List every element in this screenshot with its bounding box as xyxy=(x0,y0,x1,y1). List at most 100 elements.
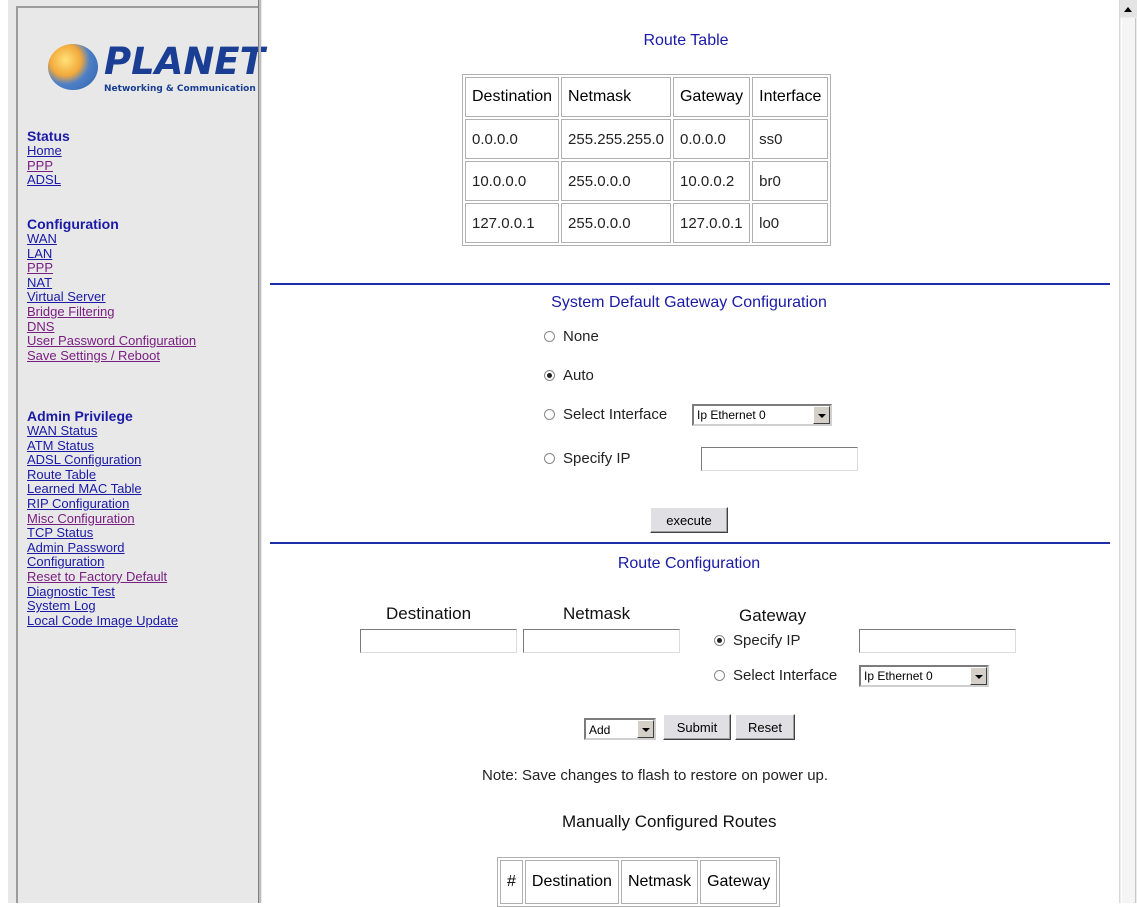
planet-logo: PLANET Networking & Communication xyxy=(48,40,268,100)
radio-select-interface[interactable] xyxy=(544,409,555,420)
radio-auto[interactable] xyxy=(544,370,555,381)
route-table-title: Route Table xyxy=(643,32,729,49)
execute-button[interactable]: execute xyxy=(650,507,728,533)
sidebar-link-adsl-configuration[interactable]: ADSL Configuration xyxy=(27,453,178,468)
table-cell: br0 xyxy=(752,161,829,201)
logo-tagline: Networking & Communication xyxy=(104,84,256,94)
route-gateway-ip-input[interactable] xyxy=(859,629,1016,653)
table-cell: 0.0.0.0 xyxy=(672,119,751,159)
sidebar: PLANET Networking & Communication Status… xyxy=(0,0,265,903)
route-gateway-option-specify-ip[interactable]: Specify IP xyxy=(714,632,801,649)
vertical-scrollbar[interactable] xyxy=(1119,0,1137,903)
sidebar-link-misc-config[interactable]: Misc Configuration xyxy=(27,511,178,527)
route-gateway-option-select-interface[interactable]: Select Interface xyxy=(714,667,837,684)
gateway-option-select-interface[interactable]: Select Interface xyxy=(544,406,667,423)
sidebar-link-lan[interactable]: LAN xyxy=(27,246,196,262)
sidebar-heading-configuration: Configuration xyxy=(27,216,119,232)
gateway-interface-select[interactable]: Ip Ethernet 0 xyxy=(692,404,832,426)
sidebar-link-rip-config[interactable]: RIP Configuration xyxy=(27,496,178,512)
sidebar-link-home[interactable]: Home xyxy=(27,143,70,159)
table-cell: ss0 xyxy=(752,119,829,159)
sidebar-link-admin-password-config[interactable]: Configuration xyxy=(27,555,178,570)
sidebar-link-dns[interactable]: DNS xyxy=(27,319,196,335)
table-row: 10.0.0.0 255.0.0.0 10.0.0.2 br0 xyxy=(465,161,829,201)
route-destination-input[interactable] xyxy=(360,629,517,653)
radio-label-none: None xyxy=(563,328,599,345)
gateway-option-none[interactable]: None xyxy=(544,328,599,345)
sidebar-link-user-password[interactable]: User Password Configuration xyxy=(27,334,196,349)
table-cell: 255.255.255.0 xyxy=(561,119,671,159)
logo-brand: PLANET xyxy=(104,40,265,83)
sidebar-link-bridge-filtering[interactable]: Bridge Filtering xyxy=(27,304,196,320)
table-cell: 10.0.0.0 xyxy=(465,161,560,201)
chevron-down-icon[interactable] xyxy=(813,406,830,424)
destination-label: Destination xyxy=(386,604,472,623)
sidebar-link-ppp-config[interactable]: PPP xyxy=(27,261,196,276)
sidebar-link-virtual-server[interactable]: Virtual Server xyxy=(27,290,196,305)
gateway-interface-value: Ip Ethernet 0 xyxy=(697,408,766,422)
sidebar-link-ppp-status[interactable]: PPP xyxy=(27,158,70,174)
scroll-up-arrow-icon[interactable] xyxy=(1120,0,1137,17)
sidebar-link-diagnostic-test[interactable]: Diagnostic Test xyxy=(27,584,178,600)
sidebar-status-section: Status Home PPP ADSL xyxy=(27,128,70,188)
reset-button[interactable]: Reset xyxy=(735,714,795,740)
chevron-down-icon[interactable] xyxy=(637,720,654,738)
table-cell: 10.0.0.2 xyxy=(672,161,751,201)
sidebar-link-route-table[interactable]: Route Table xyxy=(27,467,178,483)
logo-globe-icon xyxy=(48,44,98,90)
sidebar-link-admin-password[interactable]: Admin Password xyxy=(27,540,178,556)
sidebar-link-wan[interactable]: WAN xyxy=(27,231,196,247)
table-cell: 0.0.0.0 xyxy=(465,119,560,159)
netmask-label: Netmask xyxy=(563,604,631,623)
sidebar-link-save-reboot[interactable]: Save Settings / Reboot xyxy=(27,348,196,364)
manual-routes-header: Destination xyxy=(524,860,619,904)
route-table: Destination Netmask Gateway Interface 0.… xyxy=(462,74,832,246)
table-cell: 127.0.0.1 xyxy=(672,203,751,243)
radio-specify-ip[interactable] xyxy=(544,453,555,464)
route-table-header: Destination xyxy=(465,77,560,117)
sidebar-admin-section: Admin Privilege WAN Status ATM Status AD… xyxy=(27,408,178,628)
sidebar-link-factory-reset[interactable]: Reset to Factory Default xyxy=(27,569,178,585)
table-cell: 255.0.0.0 xyxy=(561,203,671,243)
table-cell: 255.0.0.0 xyxy=(561,161,671,201)
sidebar-link-nat[interactable]: NAT xyxy=(27,275,196,291)
table-row: 0.0.0.0 255.255.255.0 0.0.0.0 ss0 xyxy=(465,119,829,159)
gateway-ip-input[interactable] xyxy=(701,447,858,471)
radio-route-specify-ip[interactable] xyxy=(714,635,725,646)
radio-label-auto: Auto xyxy=(563,367,594,384)
submit-button[interactable]: Submit xyxy=(663,714,731,740)
chevron-down-icon[interactable] xyxy=(970,667,987,685)
radio-label-specify-ip: Specify IP xyxy=(563,450,631,467)
route-table-header: Gateway xyxy=(672,77,751,117)
scrollbar-thumb[interactable] xyxy=(1121,18,1136,903)
route-interface-select[interactable]: Ip Ethernet 0 xyxy=(859,665,989,687)
sidebar-configuration-section: Configuration WAN LAN PPP NAT Virtual Se… xyxy=(27,216,196,363)
section-divider xyxy=(270,542,1110,544)
manual-routes-title: Manually Configured Routes xyxy=(562,812,777,831)
gateway-option-auto[interactable]: Auto xyxy=(544,367,594,384)
sidebar-link-learned-mac[interactable]: Learned MAC Table xyxy=(27,482,178,497)
radio-label-select-interface: Select Interface xyxy=(563,406,668,423)
frame-divider[interactable] xyxy=(258,0,261,903)
route-table-header: Interface xyxy=(752,77,829,117)
manual-routes-header: # xyxy=(500,860,523,904)
gateway-config-title: System Default Gateway Configuration xyxy=(551,294,827,311)
radio-none[interactable] xyxy=(544,331,555,342)
section-divider xyxy=(270,283,1110,285)
route-table-header: Netmask xyxy=(561,77,671,117)
gateway-label: Gateway xyxy=(739,606,807,625)
sidebar-link-system-log[interactable]: System Log xyxy=(27,599,178,614)
sidebar-link-adsl-status[interactable]: ADSL xyxy=(27,173,70,188)
route-action-value: Add xyxy=(589,723,611,737)
gateway-option-specify-ip[interactable]: Specify IP xyxy=(544,450,631,467)
route-netmask-input[interactable] xyxy=(523,629,680,653)
route-action-select[interactable]: Add xyxy=(584,718,656,740)
radio-label-route-select-interface: Select Interface xyxy=(733,667,838,684)
sidebar-link-wan-status[interactable]: WAN Status xyxy=(27,423,178,439)
route-interface-value: Ip Ethernet 0 xyxy=(864,669,933,683)
sidebar-link-local-code-update[interactable]: Local Code Image Update xyxy=(27,613,178,629)
sidebar-link-atm-status[interactable]: ATM Status xyxy=(27,438,178,454)
route-config-title: Route Configuration xyxy=(617,555,761,572)
sidebar-link-tcp-status[interactable]: TCP Status xyxy=(27,526,178,541)
radio-route-select-interface[interactable] xyxy=(714,670,725,681)
